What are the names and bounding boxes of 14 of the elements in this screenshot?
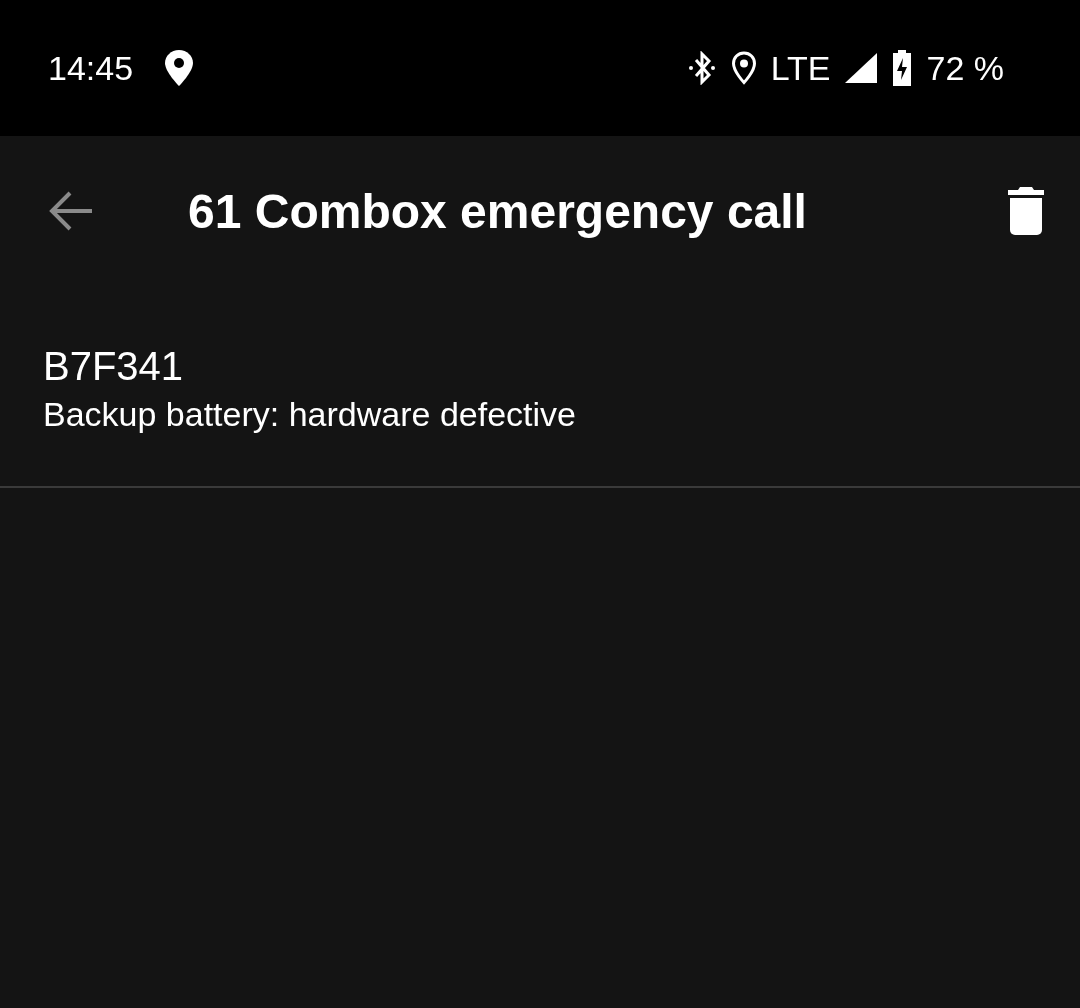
fault-list-item[interactable]: B7F341 Backup battery: hardware defective — [0, 286, 1080, 488]
delete-button[interactable] — [1008, 187, 1044, 235]
screen-title: 61 Combox emergency call — [188, 183, 808, 239]
location-icon — [730, 51, 757, 85]
fault-description: Backup battery: hardware defective — [43, 395, 577, 434]
status-time: 14:45 — [48, 48, 134, 88]
bluetooth-icon — [686, 51, 717, 85]
signal-icon — [844, 53, 877, 83]
map-pin-icon — [163, 49, 196, 87]
battery-percentage: 72 % — [926, 48, 1004, 88]
network-type: LTE — [770, 48, 831, 88]
back-button[interactable] — [48, 191, 94, 231]
battery-charging-icon — [890, 50, 913, 86]
fault-code: B7F341 — [43, 344, 185, 389]
